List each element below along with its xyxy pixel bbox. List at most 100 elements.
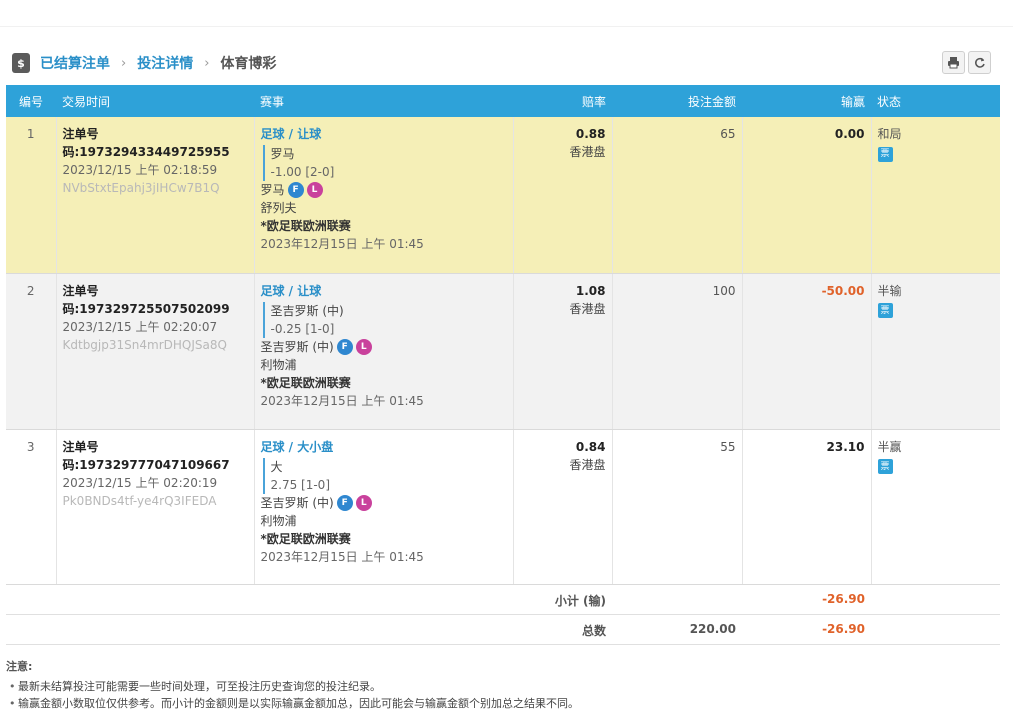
event-cell: 足球 / 让球 罗马 -1.00 [2-0] 罗马 F L 舒列夫 *欧足联欧洲… <box>254 117 514 274</box>
breadcrumb-separator: › <box>121 55 127 71</box>
ticket-icon[interactable]: 票 <box>877 146 893 162</box>
selection: 罗马 <box>270 147 295 161</box>
header-winloss: 输赢 <box>742 85 871 117</box>
selection: 圣吉罗斯 (中) <box>270 303 344 318</box>
print-icon <box>948 57 959 69</box>
bet-code: Kdtbgjp31Sn4mrDHQJSa8Q <box>62 337 227 352</box>
home-team-name: 圣吉罗斯 (中) <box>260 339 334 354</box>
bet-datetime: 2023/12/15 上午 02:18:59 <box>62 163 218 177</box>
league: *欧足联欧洲联赛 <box>260 531 351 546</box>
table-header: 编号 交易时间 赛事 赔率 投注金额 输赢 状态 <box>6 85 1000 117</box>
odds-value: 0.84 <box>575 439 606 454</box>
refresh-icon <box>975 57 985 68</box>
breadcrumb-separator: › <box>204 55 210 71</box>
l-badge-icon[interactable]: L <box>306 182 323 198</box>
subtotal-label: 小计 (输) <box>554 594 606 608</box>
row-index: 3 <box>6 429 57 585</box>
summary-bottom-divider <box>6 644 1000 645</box>
event-cell: 足球 / 大小盘 大 2.75 [1-0] 圣吉罗斯 (中) F L 利物浦 *… <box>254 429 514 585</box>
status-text: 和局 <box>877 127 902 141</box>
away-team: 舒列夫 <box>260 201 297 215</box>
selection-block: 大 2.75 [1-0] <box>262 457 507 494</box>
odds-cell: 1.08 香港盘 <box>513 273 613 430</box>
total-label: 总数 <box>581 624 606 638</box>
header-stake: 投注金额 <box>612 85 742 117</box>
ticket-icon[interactable]: 票 <box>877 303 893 318</box>
status-cell: 半输 票 <box>871 273 1000 430</box>
odds-value: 0.88 <box>575 127 606 141</box>
note-item: 最新未结算投注可能需要一些时间处理，可至投注历史查询您的投注纪录。 <box>6 678 579 695</box>
odds-cell: 0.84 香港盘 <box>513 429 613 585</box>
away-team: 利物浦 <box>260 513 297 528</box>
header-status: 状态 <box>871 85 1000 117</box>
selection-block: 罗马 -1.00 [2-0] <box>262 145 507 181</box>
away-team: 利物浦 <box>260 357 297 372</box>
handicap: 2.75 [1-0] <box>270 477 331 492</box>
stake-cell: 65 <box>612 117 743 274</box>
selection: 大 <box>270 459 283 474</box>
status-text: 半赢 <box>877 439 902 454</box>
home-team: 圣吉罗斯 (中) F L <box>261 494 507 512</box>
odds-value: 1.08 <box>575 283 606 298</box>
winloss-cell: 23.10 <box>742 429 872 585</box>
stake-cell: 55 <box>612 429 743 585</box>
odds-type: 香港盘 <box>569 145 606 159</box>
market-type: 足球 / 让球 <box>260 283 322 298</box>
home-team: 圣吉罗斯 (中) F L <box>261 338 507 356</box>
f-badge-icon[interactable]: F <box>287 182 304 198</box>
home-team: 罗马 F L <box>261 181 507 199</box>
header-event: 赛事 <box>254 85 513 117</box>
selection-block: 圣吉罗斯 (中) -0.25 [1-0] <box>262 301 507 338</box>
breadcrumb-settled-bets[interactable]: 已结算注单 <box>40 53 110 73</box>
order-number: 注单号码:197329433449725955 <box>62 127 230 159</box>
note-item: 输赢金额小数取位仅供参考。而小计的金额则是以实际输赢金额加总，因此可能会与输赢金… <box>6 695 579 712</box>
bet-datetime: 2023/12/15 上午 02:20:07 <box>62 319 218 334</box>
market-type: 足球 / 大小盘 <box>260 439 334 454</box>
table-row: 1 注单号码:197329433449725955 2023/12/15 上午 … <box>6 117 1000 274</box>
match-time: 2023年12月15日 上午 01:45 <box>260 549 424 564</box>
breadcrumb-bet-details[interactable]: 投注详情 <box>137 53 193 73</box>
ticket-icon[interactable]: 票 <box>877 459 893 474</box>
status-cell: 半赢 票 <box>871 429 1000 585</box>
f-badge-icon[interactable]: F <box>336 338 353 355</box>
winloss-cell: 0.00 <box>742 117 872 274</box>
bet-code: Pk0BNDs4tf-ye4rQ3IFEDA <box>62 493 217 508</box>
status-text: 半输 <box>877 283 902 298</box>
odds-type: 香港盘 <box>569 301 606 316</box>
f-badge-icon[interactable]: F <box>336 494 353 511</box>
odds-cell: 0.88 香港盘 <box>513 117 613 274</box>
transaction-cell: 注单号码:197329777047109667 2023/12/15 上午 02… <box>56 429 255 585</box>
summary-divider <box>6 614 1000 615</box>
winloss-cell: -50.00 <box>742 273 872 430</box>
bet-datetime: 2023/12/15 上午 02:20:19 <box>62 475 218 490</box>
print-button[interactable] <box>942 51 965 74</box>
table-row: 3 注单号码:197329777047109667 2023/12/15 上午 … <box>6 429 1000 585</box>
match-time: 2023年12月15日 上午 01:45 <box>260 237 424 251</box>
home-team-name: 圣吉罗斯 (中) <box>260 495 334 510</box>
row-index: 2 <box>6 273 57 430</box>
l-badge-icon[interactable]: L <box>355 338 372 355</box>
toolbar <box>942 51 991 74</box>
transaction-cell: 注单号码:197329433449725955 2023/12/15 上午 02… <box>56 117 255 274</box>
notes-title: 注意: <box>6 660 33 673</box>
table-row: 2 注单号码:197329725507502099 2023/12/15 上午 … <box>6 273 1000 430</box>
total-winloss: -26.90 <box>822 622 865 636</box>
refresh-button[interactable] <box>968 51 991 74</box>
status-cell: 和局 票 <box>871 117 1000 274</box>
header-odds: 赔率 <box>513 85 612 117</box>
breadcrumb-current: 体育博彩 <box>220 56 277 72</box>
league: *欧足联欧洲联赛 <box>260 219 351 233</box>
order-number: 注单号码:197329725507502099 <box>62 283 230 316</box>
bets-table: 编号 交易时间 赛事 赔率 投注金额 输赢 状态 1 注单号码:19732943… <box>6 85 1000 585</box>
home-team-name: 罗马 <box>260 183 285 197</box>
l-badge-icon[interactable]: L <box>355 494 372 511</box>
transaction-cell: 注单号码:197329725507502099 2023/12/15 上午 02… <box>56 273 255 430</box>
match-time: 2023年12月15日 上午 01:45 <box>260 393 424 408</box>
handicap: -1.00 [2-0] <box>270 165 335 179</box>
total-stake: 220.00 <box>689 622 736 636</box>
bet-code: NVbStxtEpahj3jIHCw7B1Q <box>62 181 220 195</box>
order-number: 注单号码:197329777047109667 <box>62 439 230 472</box>
subtotal-winloss: -26.90 <box>822 592 865 606</box>
dollar-icon: $ <box>12 53 30 73</box>
odds-type: 香港盘 <box>569 457 606 472</box>
